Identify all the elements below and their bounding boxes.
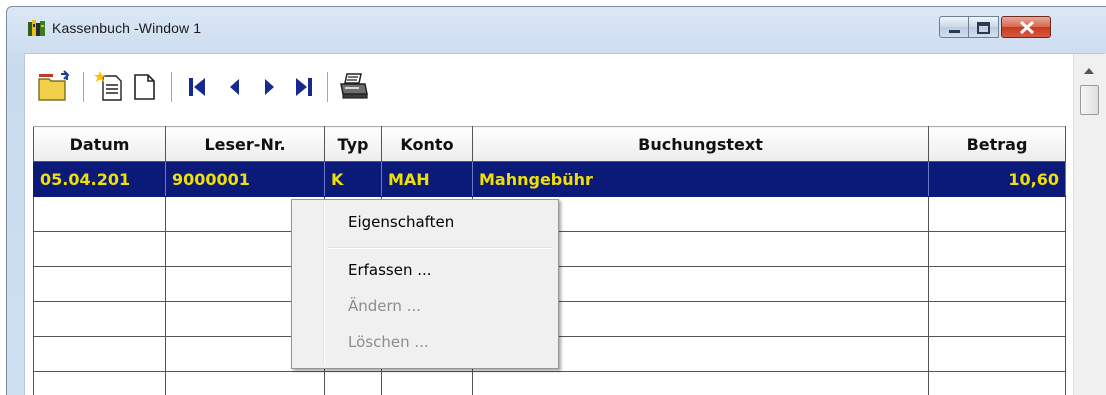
- empty-row[interactable]: [34, 372, 1066, 395]
- last-record-icon[interactable]: [291, 70, 317, 102]
- cell-typ[interactable]: K: [325, 162, 382, 197]
- context-menu: Eigenschaften Erfassen ... Ändern ... Lö…: [291, 199, 559, 369]
- cell-konto[interactable]: MAH: [382, 162, 473, 197]
- menu-item-aendern: Ändern ...: [348, 297, 421, 315]
- column-header-datum[interactable]: Datum: [34, 127, 166, 162]
- document-icon[interactable]: [132, 70, 158, 102]
- column-header-buchungstext[interactable]: Buchungstext: [473, 127, 929, 162]
- menu-item-eigenschaften[interactable]: Eigenschaften: [348, 213, 454, 231]
- vertical-scrollbar[interactable]: [1073, 54, 1106, 395]
- table-header: Datum Leser-Nr. Typ Konto Buchungstext B…: [34, 127, 1066, 162]
- client-area: Datum Leser-Nr. Typ Konto Buchungstext B…: [24, 53, 1105, 395]
- menu-separator: [328, 247, 552, 249]
- toolbar: [25, 54, 1073, 124]
- column-header-betrag[interactable]: Betrag: [929, 127, 1066, 162]
- column-header-konto[interactable]: Konto: [382, 127, 473, 162]
- scroll-thumb[interactable]: [1080, 85, 1099, 115]
- close-icon: [1002, 17, 1052, 39]
- new-document-star-icon[interactable]: [94, 70, 126, 102]
- title-bar[interactable]: Kassenbuch -Window 1: [7, 7, 1106, 37]
- minimize-button[interactable]: [939, 16, 969, 38]
- cell-betrag[interactable]: 10,60: [929, 162, 1066, 197]
- minimize-icon: [940, 17, 970, 39]
- table-row[interactable]: 05.04.201 9000001 K MAH Mahngebühr 10,60: [34, 162, 1066, 197]
- previous-icon[interactable]: [223, 70, 247, 102]
- scroll-up-icon[interactable]: [1084, 68, 1094, 74]
- next-icon[interactable]: [257, 70, 281, 102]
- cell-leser-nr[interactable]: 9000001: [166, 162, 325, 197]
- toolbar-separator: [83, 72, 84, 102]
- close-button[interactable]: [1001, 16, 1051, 38]
- first-record-icon[interactable]: [185, 70, 211, 102]
- maximize-icon: [969, 17, 999, 39]
- toolbar-separator: [171, 72, 172, 102]
- menu-item-erfassen[interactable]: Erfassen ...: [348, 261, 432, 279]
- menu-gutter: [323, 202, 325, 364]
- column-header-leser-nr[interactable]: Leser-Nr.: [166, 127, 325, 162]
- cell-buchungstext[interactable]: Mahngebühr: [473, 162, 929, 197]
- window-title: Kassenbuch -Window 1: [52, 20, 201, 36]
- toolbar-separator: [327, 72, 328, 102]
- maximize-button[interactable]: [969, 16, 999, 38]
- cell-datum[interactable]: 05.04.201: [34, 162, 166, 197]
- printer-icon[interactable]: [337, 70, 371, 102]
- menu-item-loeschen: Löschen ...: [348, 333, 429, 351]
- column-header-typ[interactable]: Typ: [325, 127, 382, 162]
- books-icon: [27, 19, 47, 37]
- folder-open-icon[interactable]: [37, 70, 73, 102]
